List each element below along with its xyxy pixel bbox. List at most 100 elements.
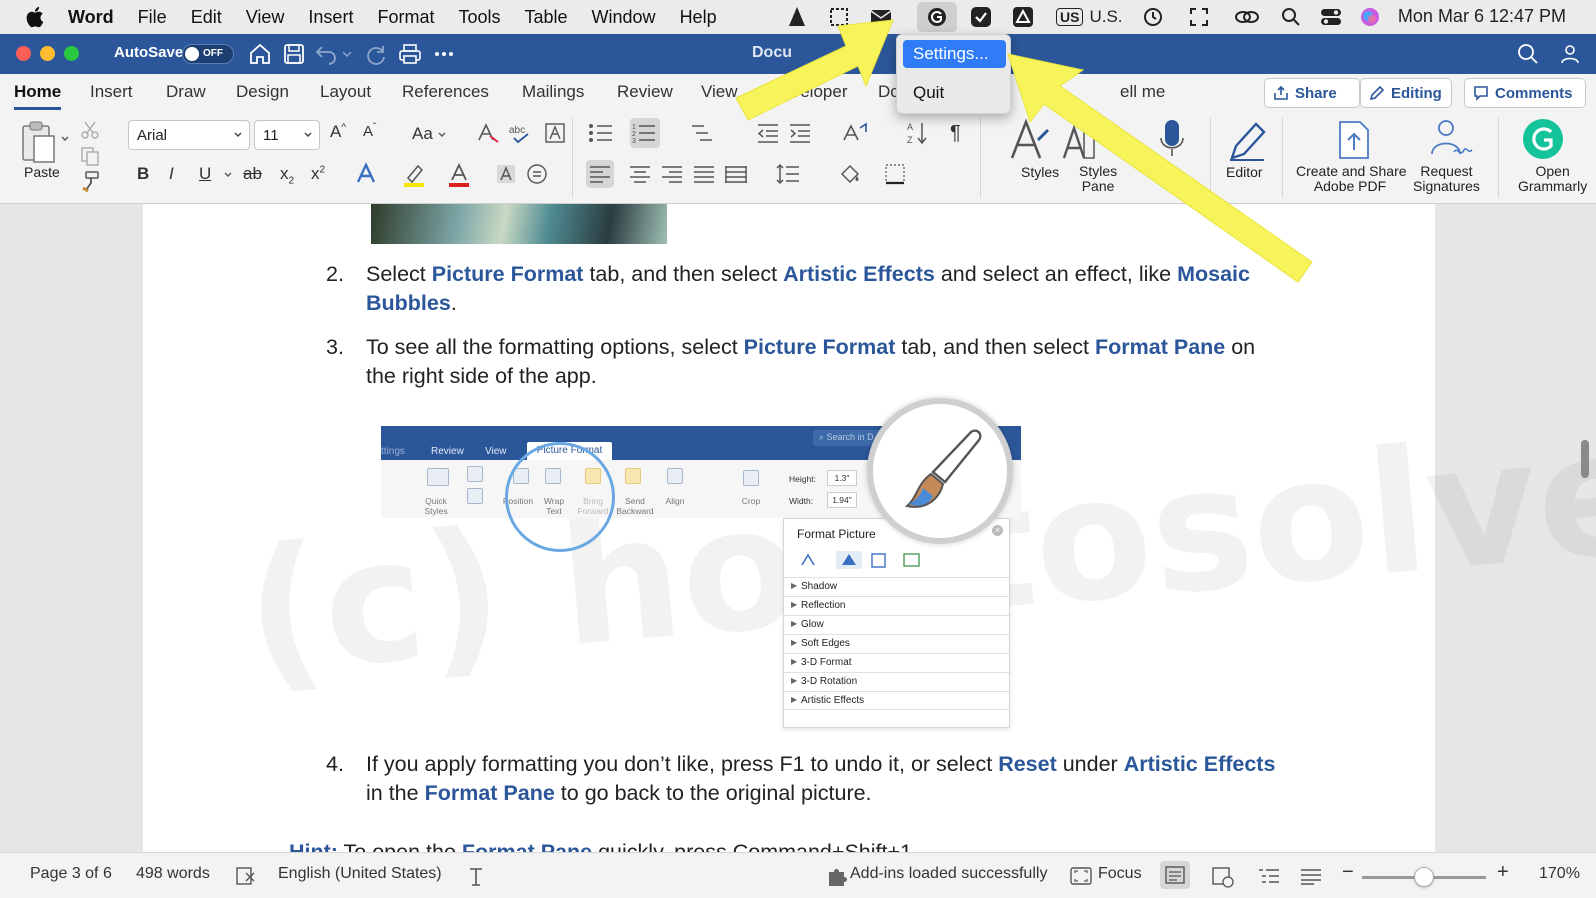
- styles-label[interactable]: Styles: [1021, 164, 1059, 180]
- font-size-select[interactable]: 11: [254, 120, 320, 150]
- shrink-font-button[interactable]: Aˇ: [363, 122, 376, 140]
- drive-status-icon[interactable]: [1008, 0, 1038, 34]
- tell-me-search[interactable]: ell me: [1120, 82, 1165, 102]
- shading-icon[interactable]: [838, 162, 862, 186]
- print-layout-button[interactable]: [1160, 861, 1190, 889]
- document-page[interactable]: (c) howtosolve.com 2. Select Picture For…: [143, 204, 1596, 852]
- borders-icon[interactable]: [884, 163, 906, 185]
- expand-icon[interactable]: [1184, 0, 1214, 34]
- tab-view[interactable]: View: [701, 82, 738, 102]
- justify-icon[interactable]: [693, 164, 715, 184]
- bullets-icon[interactable]: [588, 122, 616, 144]
- sort-icon[interactable]: AZ: [906, 120, 928, 146]
- editor-label[interactable]: Editor: [1226, 164, 1263, 180]
- grammarly-g-icon[interactable]: [1522, 118, 1564, 160]
- font-color-icon[interactable]: [447, 162, 471, 188]
- character-shading-icon[interactable]: [496, 164, 516, 184]
- menu-format[interactable]: Format: [377, 7, 434, 28]
- web-layout-icon[interactable]: [1212, 866, 1234, 888]
- chevron-down-icon[interactable]: [223, 170, 233, 180]
- increase-indent-icon[interactable]: [788, 122, 812, 144]
- tab-mailings[interactable]: Mailings: [522, 82, 584, 102]
- open-grammarly-label[interactable]: Open Grammarly: [1518, 164, 1587, 194]
- request-signatures-label[interactable]: Request Signatures: [1413, 164, 1480, 194]
- home-icon[interactable]: [248, 42, 272, 66]
- adobe-pdf-label[interactable]: Create and Share Adobe PDF: [1296, 164, 1407, 194]
- paste-clipboard-icon[interactable]: [20, 120, 62, 164]
- screenshot-status-icon[interactable]: [824, 0, 854, 34]
- dictate-microphone-icon[interactable]: [1159, 118, 1185, 158]
- time-machine-icon[interactable]: [1138, 0, 1168, 34]
- underline-button[interactable]: U: [199, 164, 211, 184]
- siri-icon[interactable]: [1355, 0, 1385, 34]
- distributed-icon[interactable]: [724, 164, 748, 184]
- proofing-icon[interactable]: [236, 867, 256, 885]
- input-source-menu[interactable]: US U.S.: [1056, 0, 1148, 34]
- editing-mode-button[interactable]: Editing: [1360, 78, 1452, 108]
- clear-formatting-icon[interactable]: [476, 122, 500, 144]
- tab-design[interactable]: Design: [236, 82, 289, 102]
- editor-icon[interactable]: [1226, 118, 1268, 162]
- request-signatures-icon[interactable]: [1428, 118, 1474, 160]
- print-icon[interactable]: [398, 42, 422, 66]
- tab-references[interactable]: References: [402, 82, 489, 102]
- tab-draw[interactable]: Draw: [166, 82, 206, 102]
- hint-paragraph[interactable]: Hint: To open the Format Pane quickly, p…: [289, 840, 918, 852]
- menu-window[interactable]: Window: [592, 7, 656, 28]
- menu-view[interactable]: View: [246, 7, 285, 28]
- vlc-status-icon[interactable]: [782, 0, 812, 34]
- tab-insert[interactable]: Insert: [90, 82, 133, 102]
- highlight-color-icon[interactable]: [402, 162, 428, 188]
- menu-help[interactable]: Help: [680, 7, 717, 28]
- share-button[interactable]: Share: [1264, 78, 1360, 108]
- tab-home[interactable]: Home: [14, 82, 62, 110]
- vertical-scrollbar-thumb[interactable]: [1581, 440, 1589, 478]
- show-formatting-marks-button[interactable]: ¶: [950, 122, 961, 145]
- settings-menu-item[interactable]: Settings...: [903, 40, 1006, 68]
- menu-word[interactable]: Word: [68, 7, 114, 28]
- undo-icon[interactable]: [314, 42, 338, 66]
- zoom-slider-thumb[interactable]: [1414, 867, 1434, 887]
- tab-review[interactable]: Review: [617, 82, 673, 102]
- more-options-icon[interactable]: [432, 42, 456, 66]
- paste-dropdown-icon[interactable]: [60, 134, 70, 144]
- apple-logo-icon[interactable]: [24, 5, 48, 29]
- zoom-in-button[interactable]: +: [1497, 861, 1509, 884]
- menu-edit[interactable]: Edit: [191, 7, 222, 28]
- spotlight-search-icon[interactable]: [1276, 0, 1306, 34]
- chevron-down-icon[interactable]: [437, 130, 447, 140]
- menu-file[interactable]: File: [138, 7, 167, 28]
- tab-developer[interactable]: Developer: [770, 82, 848, 102]
- italic-button[interactable]: I: [169, 164, 174, 184]
- align-center-icon[interactable]: [629, 164, 651, 184]
- quit-menu-item[interactable]: Quit: [903, 83, 954, 103]
- superscript-button[interactable]: x2: [311, 164, 325, 184]
- minimize-window-button[interactable]: [40, 46, 55, 61]
- menu-tools[interactable]: Tools: [458, 7, 500, 28]
- outline-view-icon[interactable]: [1258, 867, 1280, 885]
- cut-icon[interactable]: [80, 120, 100, 140]
- embedded-screenshot-picture[interactable]: ttings Review View Picture Format ⌕ Sear…: [381, 398, 1021, 728]
- grow-font-button[interactable]: A^: [330, 122, 346, 142]
- spelling-icon[interactable]: abc: [508, 122, 534, 144]
- multilevel-list-icon[interactable]: [690, 122, 720, 144]
- language[interactable]: English (United States): [278, 865, 442, 883]
- zoom-window-button[interactable]: [64, 46, 79, 61]
- numbering-button[interactable]: 123: [630, 118, 660, 148]
- zoom-out-button[interactable]: −: [1342, 861, 1354, 884]
- autosave-toggle[interactable]: OFF: [182, 44, 234, 64]
- menu-table[interactable]: Table: [525, 7, 568, 28]
- line-spacing-icon[interactable]: [776, 163, 800, 185]
- styles-pane-icon[interactable]: [1060, 122, 1096, 162]
- decrease-indent-icon[interactable]: [756, 122, 780, 144]
- font-name-select[interactable]: Arial: [128, 120, 250, 150]
- focus-mode-button[interactable]: Focus: [1098, 865, 1142, 883]
- account-icon[interactable]: [1558, 42, 1582, 66]
- subscript-button[interactable]: x2: [280, 164, 294, 186]
- draft-view-icon[interactable]: [1300, 867, 1322, 885]
- align-left-button[interactable]: [586, 160, 614, 188]
- undo-dropdown-icon[interactable]: [340, 42, 354, 66]
- tasks-status-icon[interactable]: [966, 0, 996, 34]
- format-painter-icon[interactable]: [80, 170, 100, 192]
- text-effects-icon[interactable]: [354, 162, 378, 186]
